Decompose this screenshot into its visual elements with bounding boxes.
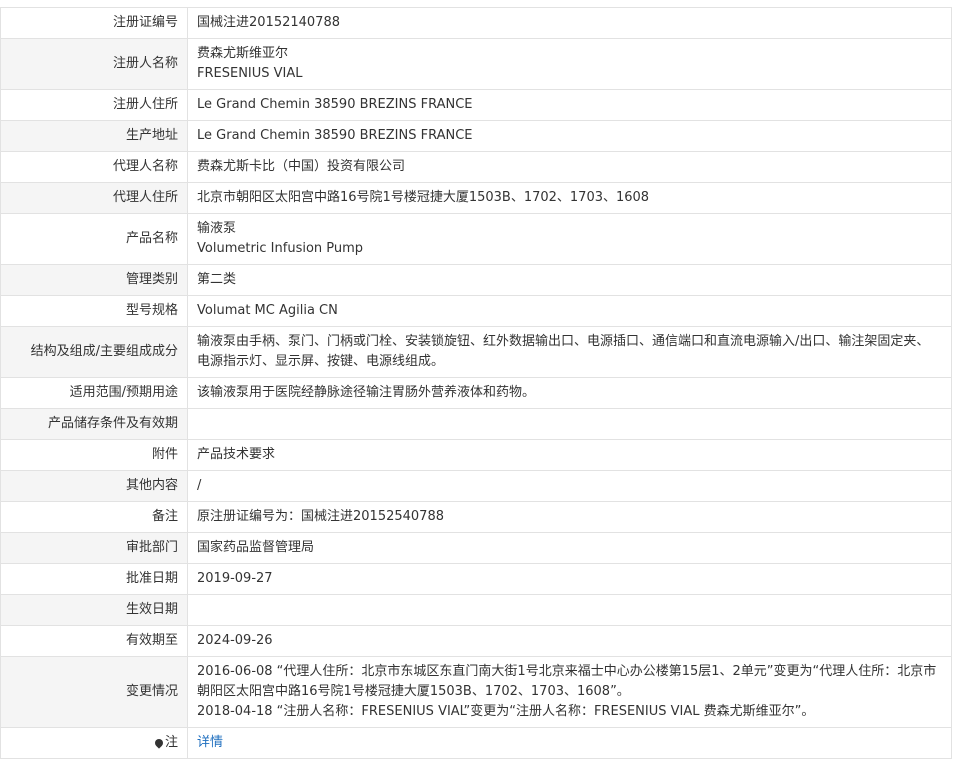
detail-row: 附件 产品技术要求 [0,439,952,471]
field-value: 2019-09-27 [187,563,952,595]
field-value-line: 国械注进20152140788 [197,15,340,30]
field-label: 管理类别 [0,264,188,296]
field-label: 变更情况 [0,656,188,728]
detail-row: 审批部门 国家药品监督管理局 [0,532,952,564]
field-label: 附件 [0,439,188,471]
detail-row: 代理人名称 费森尤斯卡比（中国）投资有限公司 [0,151,952,183]
field-value-line: 国家药品监督管理局 [197,540,315,555]
field-value: 输液泵 Volumetric Infusion Pump [187,213,952,265]
detail-row: 注册人名称 费森尤斯维亚尔 FRESENIUS VIAL [0,38,952,90]
field-value: 产品技术要求 [187,439,952,471]
detail-row: 注册人住所 Le Grand Chemin 38590 BREZINS FRANC… [0,89,952,121]
field-value-line: 产品技术要求 [197,447,276,462]
detail-row: 结构及组成/主要组成成分 输液泵由手柄、泵门、门柄或门栓、安装锁旋钮、红外数据输出… [0,326,952,378]
field-value-line: 2024-09-26 [197,633,273,648]
field-label: 批准日期 [0,563,188,595]
field-label: 适用范围/预期用途 [0,377,188,409]
field-value-line: 2016-06-08 “代理人住所：北京市东城区东直门南大街1号北京来福士中心办… [197,664,937,699]
field-value [187,408,952,440]
field-value-line: 北京市朝阳区太阳宫中路16号院1号楼冠捷大厦1503B、1702、1703、16… [197,190,650,205]
field-value: Volumat MC Agilia CN [187,295,952,327]
field-value: 费森尤斯维亚尔 FRESENIUS VIAL [187,38,952,90]
field-label: 生效日期 [0,594,188,626]
detail-row: 注册证编号 国械注进20152140788 [0,7,952,39]
field-value: 原注册证编号为：国械注进20152540788 [187,501,952,533]
field-value-line: 第二类 [197,272,237,287]
field-value [187,594,952,626]
field-value: 国家药品监督管理局 [187,532,952,564]
field-label: 代理人名称 [0,151,188,183]
detail-row: 生产地址 Le Grand Chemin 38590 BREZINS FRANCE [0,120,952,152]
field-value: 北京市朝阳区太阳宫中路16号院1号楼冠捷大厦1503B、1702、1703、16… [187,182,952,214]
map-pin-icon [153,736,165,749]
field-value: 费森尤斯卡比（中国）投资有限公司 [187,151,952,183]
field-value-line: 2019-09-27 [197,571,273,586]
field-label: 其他内容 [0,470,188,502]
detail-row: 管理类别 第二类 [0,264,952,296]
registration-detail-table: 注册证编号 国械注进20152140788 注册人名称 费森尤斯维亚尔 FRESENIU… [0,7,952,759]
detail-row: 备注 原注册证编号为：国械注进20152540788 [0,501,952,533]
field-value: / [187,470,952,502]
detail-row: 产品储存条件及有效期 [0,408,952,440]
field-value-line: Le Grand Chemin 38590 BREZINS FRANCE [197,97,473,112]
note-row: 注 详情 [0,727,952,759]
detail-row: 产品名称 输液泵 Volumetric Infusion Pump [0,213,952,265]
details-link[interactable]: 详情 [197,735,223,750]
note-value: 详情 [187,727,952,759]
field-value: 第二类 [187,264,952,296]
field-value-line: 费森尤斯维亚尔 [197,46,289,61]
field-value: 该输液泵用于医院经静脉途径输注胃肠外营养液体和药物。 [187,377,952,409]
field-value-line: 原注册证编号为：国械注进20152540788 [197,509,444,524]
field-label: 审批部门 [0,532,188,564]
field-value-line: Volumat MC Agilia CN [197,303,338,318]
field-label: 注册人住所 [0,89,188,121]
field-value-line: / [197,478,202,493]
detail-row: 适用范围/预期用途 该输液泵用于医院经静脉途径输注胃肠外营养液体和药物。 [0,377,952,409]
field-label: 有效期至 [0,625,188,657]
detail-row: 生效日期 [0,594,952,626]
field-value: 2024-09-26 [187,625,952,657]
field-value: 2016-06-08 “代理人住所：北京市东城区东直门南大街1号北京来福士中心办… [187,656,952,728]
field-value-line: 该输液泵用于医院经静脉途径输注胃肠外营养液体和药物。 [197,385,536,400]
detail-row: 代理人住所 北京市朝阳区太阳宫中路16号院1号楼冠捷大厦1503B、1702、17… [0,182,952,214]
field-value: 输液泵由手柄、泵门、门柄或门栓、安装锁旋钮、红外数据输出口、电源插口、通信端口和… [187,326,952,378]
field-label: 注册证编号 [0,7,188,39]
detail-row: 其他内容 / [0,470,952,502]
field-label: 代理人住所 [0,182,188,214]
field-label: 注册人名称 [0,38,188,90]
field-label: 型号规格 [0,295,188,327]
field-value-line: 2018-04-18 “注册人名称：FRESENIUS VIAL”变更为“注册人… [197,704,815,719]
note-label: 注 [0,727,188,759]
field-value: 国械注进20152140788 [187,7,952,39]
field-value-line: FRESENIUS VIAL [197,66,303,81]
field-label: 产品储存条件及有效期 [0,408,188,440]
note-label-text: 注 [164,735,178,750]
field-value-line: 输液泵由手柄、泵门、门柄或门栓、安装锁旋钮、红外数据输出口、电源插口、通信端口和… [197,334,930,369]
detail-row: 变更情况 2016-06-08 “代理人住所：北京市东城区东直门南大街1号北京来福… [0,656,952,728]
field-label: 备注 [0,501,188,533]
field-label: 产品名称 [0,213,188,265]
field-label: 结构及组成/主要组成成分 [0,326,188,378]
field-value-line: 输液泵 [197,221,237,236]
field-value: Le Grand Chemin 38590 BREZINS FRANCE [187,89,952,121]
detail-row: 型号规格 Volumat MC Agilia CN [0,295,952,327]
detail-row: 有效期至 2024-09-26 [0,625,952,657]
field-value-line: 费森尤斯卡比（中国）投资有限公司 [197,159,406,174]
detail-row: 批准日期 2019-09-27 [0,563,952,595]
field-value-line: Le Grand Chemin 38590 BREZINS FRANCE [197,128,473,143]
field-label: 生产地址 [0,120,188,152]
field-value-line: Volumetric Infusion Pump [197,241,364,256]
field-value: Le Grand Chemin 38590 BREZINS FRANCE [187,120,952,152]
